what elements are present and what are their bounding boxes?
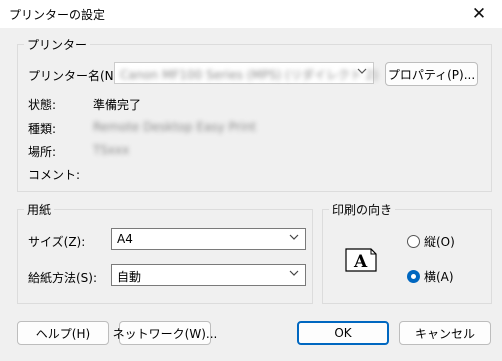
ok-button-label: OK xyxy=(334,326,352,340)
size-value: A4 xyxy=(117,232,133,246)
paper-group-title: 用紙 xyxy=(24,201,55,218)
size-dropdown[interactable]: A4 xyxy=(111,228,306,250)
portrait-radio-label: 縦(O) xyxy=(424,235,455,249)
help-button-label: ヘルプ(H) xyxy=(35,326,91,341)
comment-label: コメント: xyxy=(28,168,81,182)
chevron-down-icon xyxy=(289,270,299,276)
type-label: 種類: xyxy=(28,122,57,136)
source-dropdown[interactable]: 自動 xyxy=(111,264,306,286)
cancel-button[interactable]: キャンセル xyxy=(399,321,491,345)
chevron-down-icon xyxy=(357,68,367,74)
help-button[interactable]: ヘルプ(H) xyxy=(17,321,109,345)
page-orientation-icon: A xyxy=(345,248,377,272)
size-label: サイズ(Z): xyxy=(28,235,86,249)
printer-name-label: プリンター名(N): xyxy=(28,69,123,83)
type-value: Remote Desktop Easy Print xyxy=(93,120,257,134)
landscape-radio-circle xyxy=(407,270,420,283)
orientation-icon-letter: A xyxy=(353,252,368,272)
landscape-radio[interactable]: 横(A) xyxy=(407,268,454,285)
close-icon: ✕ xyxy=(471,4,487,24)
ok-button[interactable]: OK xyxy=(297,321,389,345)
network-button-label: ネットワーク(W)... xyxy=(112,326,218,341)
paper-group: 用紙 xyxy=(17,201,313,304)
close-button[interactable]: ✕ xyxy=(456,0,502,28)
where-label: 場所: xyxy=(28,145,57,159)
properties-button[interactable]: プロパティ(P)... xyxy=(385,62,478,86)
where-value: TSxxx xyxy=(93,143,130,157)
printer-name-value: Canon MF100 Series (MPS) (リダイレクト 2) xyxy=(120,68,378,82)
chevron-down-icon xyxy=(289,234,299,240)
landscape-radio-label: 横(A) xyxy=(424,270,454,284)
title-bar: プリンターの設定 ✕ xyxy=(0,0,502,28)
network-button[interactable]: ネットワーク(W)... xyxy=(113,321,217,345)
window-title: プリンターの設定 xyxy=(9,8,106,22)
source-value: 自動 xyxy=(117,270,142,284)
portrait-radio[interactable]: 縦(O) xyxy=(407,233,455,250)
orientation-group-title: 印刷の向き xyxy=(329,201,396,218)
cancel-button-label: キャンセル xyxy=(414,326,475,341)
printer-name-dropdown[interactable]: Canon MF100 Series (MPS) (リダイレクト 2) xyxy=(114,62,378,84)
properties-button-label: プロパティ(P)... xyxy=(387,67,476,82)
status-label: 状態: xyxy=(28,98,57,112)
source-label: 給紙方法(S): xyxy=(28,271,98,285)
portrait-radio-circle xyxy=(407,235,420,248)
status-value: 準備完了 xyxy=(93,98,142,112)
printer-group-title: プリンター xyxy=(24,36,91,53)
